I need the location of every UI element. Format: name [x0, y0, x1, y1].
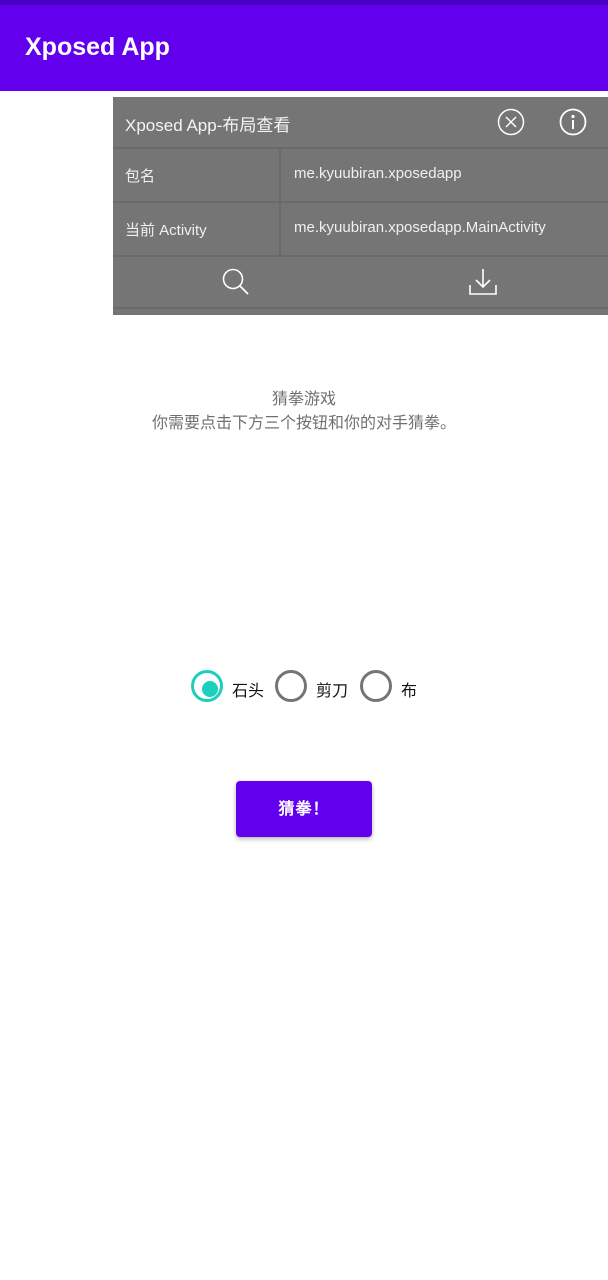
cell-divider [279, 149, 281, 201]
app-bar: Xposed App [0, 5, 608, 91]
app-title: Xposed App [25, 33, 170, 61]
radio-label-rock: 石头 [232, 681, 265, 700]
package-row: 包名 me.kyuubiran.xposedapp [113, 147, 608, 201]
radio-scissors[interactable]: 剪刀 [275, 670, 355, 702]
search-icon[interactable] [221, 267, 251, 297]
radio-paper[interactable]: 布 [360, 670, 420, 702]
radio-checked-indicator [191, 670, 223, 702]
overlay-header: Xposed App-布局查看 [113, 97, 608, 147]
radio-label-scissors: 剪刀 [316, 681, 349, 700]
radio-label-paper: 布 [401, 681, 418, 700]
overlay-actions [113, 255, 608, 309]
guess-button[interactable]: 猜拳！ [236, 781, 372, 837]
layout-inspector-overlay: Xposed App-布局查看 包名 me.kyuubiran.xposedap… [113, 97, 608, 315]
game-title: 猜拳游戏 [271, 389, 336, 408]
activity-value: me.kyuubiran.xposedapp.MainActivity [294, 219, 546, 236]
download-icon[interactable] [468, 267, 498, 297]
activity-row: 当前 Activity me.kyuubiran.xposedapp.MainA… [113, 201, 608, 255]
game-description: 你需要点击下方三个按钮和你的对手猜拳。 [151, 413, 456, 432]
radio-rock[interactable]: 石头 [191, 670, 271, 702]
radio-dot [202, 681, 218, 697]
info-icon[interactable] [559, 108, 587, 136]
package-key: 包名 [125, 168, 156, 185]
package-value: me.kyuubiran.xposedapp [294, 165, 462, 182]
radio-unchecked-indicator [275, 670, 307, 702]
cell-divider [279, 203, 281, 255]
close-circle-icon[interactable] [497, 108, 525, 136]
activity-key: 当前 Activity [125, 222, 207, 239]
radio-unchecked-indicator [360, 670, 392, 702]
overlay-title: Xposed App-布局查看 [125, 116, 291, 135]
